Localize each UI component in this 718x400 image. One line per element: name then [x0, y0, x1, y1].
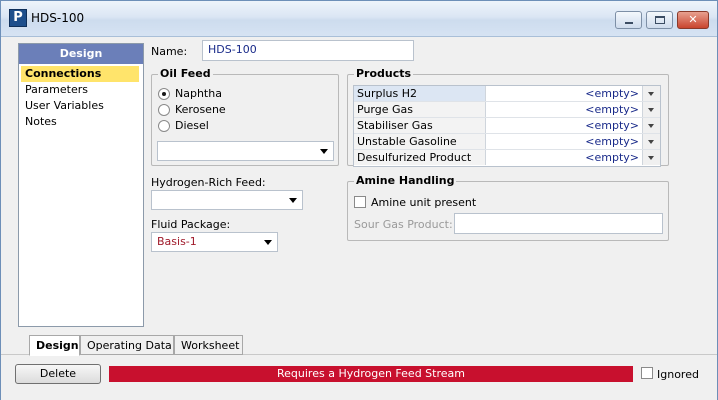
product-stream-cell[interactable]: <empty> — [487, 150, 642, 165]
products-title: Products — [354, 67, 414, 80]
minimize-button[interactable] — [615, 11, 642, 29]
chevron-down-icon — [320, 149, 328, 154]
product-name: Desulfurized Product — [354, 150, 486, 165]
design-nav-panel: Design Connections Parameters User Varia… — [18, 43, 144, 327]
hydrogen-feed-label: Hydrogen-Rich Feed: — [151, 176, 266, 189]
product-stream-cell[interactable]: <empty> — [487, 134, 642, 149]
product-name: Unstable Gasoline — [354, 134, 486, 149]
product-stream-cell[interactable]: <empty> — [487, 102, 642, 117]
radio-diesel[interactable]: Diesel — [158, 119, 278, 133]
sour-gas-input[interactable] — [454, 213, 663, 234]
oil-feed-title: Oil Feed — [158, 67, 213, 80]
radio-kerosene[interactable]: Kerosene — [158, 103, 278, 117]
tab-worksheet[interactable]: Worksheet — [174, 335, 243, 355]
radio-naphtha-label: Naphtha — [175, 87, 222, 100]
window-title: HDS-100 — [31, 11, 85, 25]
fluid-package-value: Basis-1 — [157, 235, 197, 248]
chevron-down-icon — [264, 240, 272, 245]
product-name: Stabiliser Gas — [354, 118, 486, 133]
table-row: Purge Gas <empty> — [354, 102, 660, 118]
amine-unit-checkbox[interactable] — [354, 196, 366, 208]
minimize-icon — [625, 22, 633, 24]
fluid-package-select[interactable]: Basis-1 — [151, 232, 278, 252]
radio-diesel-button[interactable] — [158, 120, 170, 132]
nav-item-notes[interactable]: Notes — [19, 114, 143, 130]
nav-item-parameters[interactable]: Parameters — [19, 82, 143, 98]
maximize-icon — [655, 16, 665, 24]
chevron-down-icon[interactable] — [642, 118, 660, 133]
table-row: Unstable Gasoline <empty> — [354, 134, 660, 150]
amine-unit-label: Amine unit present — [371, 196, 477, 209]
ignored-checkbox[interactable] — [641, 367, 653, 379]
maximize-button[interactable] — [646, 11, 673, 29]
nav-header: Design — [19, 44, 143, 64]
product-name: Purge Gas — [354, 102, 486, 117]
amine-handling-title: Amine Handling — [354, 174, 457, 187]
name-label: Name: — [151, 45, 188, 58]
chevron-down-icon[interactable] — [642, 102, 660, 117]
radio-naphtha-button[interactable] — [158, 88, 170, 100]
fluid-package-label: Fluid Package: — [151, 218, 231, 231]
radio-kerosene-label: Kerosene — [175, 103, 226, 116]
close-icon: ✕ — [688, 13, 698, 26]
chevron-down-icon — [289, 198, 297, 203]
close-button[interactable]: ✕ — [677, 11, 709, 29]
radio-diesel-label: Diesel — [175, 119, 209, 132]
table-row: Surplus H2 <empty> — [354, 86, 660, 102]
tab-design[interactable]: Design — [29, 335, 80, 356]
hydrogen-feed-select[interactable] — [151, 190, 303, 210]
nav-item-user-variables[interactable]: User Variables — [19, 98, 143, 114]
products-table: Surplus H2 <empty> Purge Gas <empty> Sta… — [353, 85, 661, 167]
table-row: Stabiliser Gas <empty> — [354, 118, 660, 134]
app-icon: P — [9, 9, 27, 27]
product-stream-cell[interactable]: <empty> — [487, 86, 642, 101]
radio-kerosene-button[interactable] — [158, 104, 170, 116]
sour-gas-label: Sour Gas Product: — [354, 218, 453, 231]
title-bar[interactable]: P HDS-100 ✕ — [1, 1, 717, 37]
ignored-label: Ignored — [657, 368, 699, 381]
name-input[interactable]: HDS-100 — [202, 40, 414, 61]
tab-operating-data[interactable]: Operating Data — [80, 335, 174, 355]
delete-button[interactable]: Delete — [15, 364, 101, 384]
chevron-down-icon[interactable] — [642, 134, 660, 149]
chevron-down-icon[interactable] — [642, 86, 660, 101]
window: P HDS-100 ✕ Design Connections Parameter… — [0, 0, 718, 400]
table-row: Desulfurized Product <empty> — [354, 150, 660, 166]
product-name: Surplus H2 — [354, 86, 486, 101]
status-message: Requires a Hydrogen Feed Stream — [109, 366, 633, 382]
chevron-down-icon[interactable] — [642, 150, 660, 165]
radio-naphtha[interactable]: Naphtha — [158, 87, 278, 101]
oil-feed-stream-select[interactable] — [157, 141, 334, 161]
product-stream-cell[interactable]: <empty> — [487, 118, 642, 133]
nav-item-connections[interactable]: Connections — [21, 66, 139, 82]
